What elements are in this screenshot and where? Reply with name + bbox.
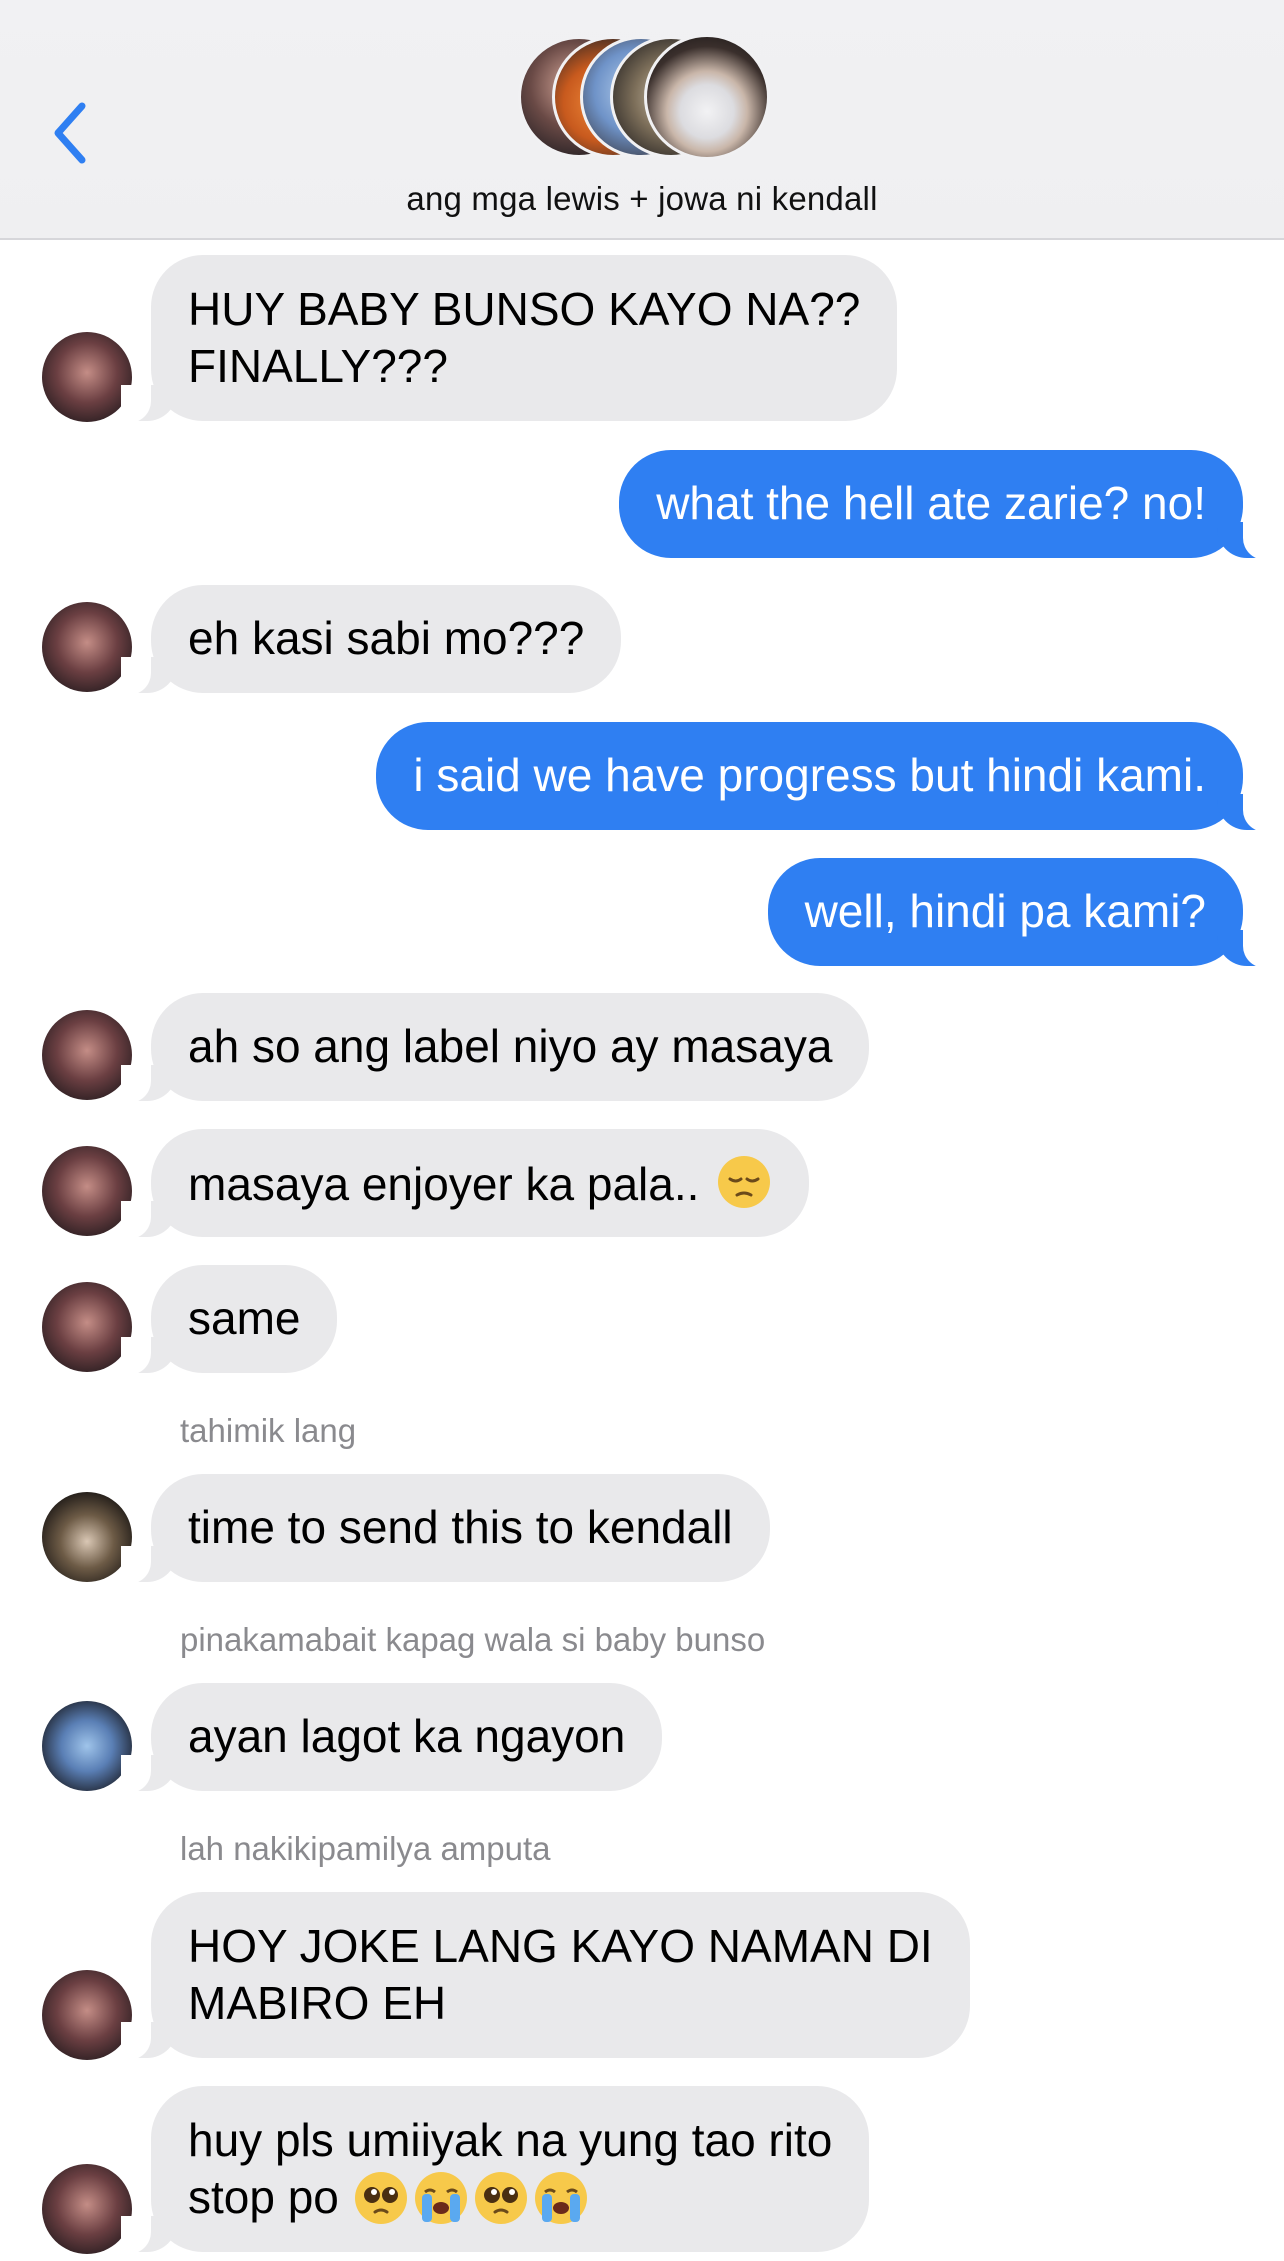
message-text: well, hindi pa kami?	[804, 885, 1206, 937]
pensive-face-emoji	[718, 1156, 771, 1208]
message-bubble-received[interactable]: eh kasi sabi mo???	[120, 585, 622, 695]
message-text: FINALLY???	[188, 340, 448, 392]
sender-name: tahimik lang	[180, 1412, 357, 1449]
message-text: i said we have progress but hindi kami.	[413, 749, 1206, 801]
message-bubble-received[interactable]: HUY BABY BUNSO KAYO NA?? FINALLY???	[120, 255, 898, 423]
sender-avatar[interactable]	[42, 1146, 132, 1236]
sender-avatar[interactable]	[42, 1010, 132, 1100]
message-bubble-received[interactable]: time to send this to kendall	[121, 1474, 770, 1584]
message-text: stop po	[188, 2171, 339, 2223]
loudly-crying-face-emoji	[534, 2171, 587, 2224]
message-text: masaya enjoyer ka pala..	[188, 1158, 700, 1210]
sender-avatar[interactable]	[42, 2164, 132, 2254]
group-avatar-stack[interactable]	[518, 34, 770, 162]
group-name[interactable]: ang mga lewis + jowa ni kendall	[0, 180, 1284, 218]
message-bubble-received[interactable]: ayan lagot ka ngayon	[120, 1683, 663, 1793]
message-bubble-received[interactable]: same	[120, 1265, 338, 1375]
message-bubble-received[interactable]: HOY JOKE LANG KAYO NAMAN DI MABIRO EH	[121, 1892, 970, 2060]
message-bubble-received[interactable]: huy pls umiiyak na yung tao rito stop po	[120, 2086, 870, 2254]
conversation-header: ang mga lewis + jowa ni kendall	[0, 0, 1284, 240]
message-text: eh kasi sabi mo???	[188, 612, 585, 664]
message-text: HUY BABY BUNSO KAYO NA??	[188, 283, 861, 335]
pleading-face-emoji	[474, 2171, 527, 2224]
message-bubble-sent[interactable]: what the hell ate zarie? no!	[619, 450, 1273, 560]
pleading-face-emoji	[354, 2171, 407, 2224]
sender-avatar[interactable]	[42, 1970, 132, 2060]
message-text: huy pls umiiyak na yung tao rito	[188, 2114, 833, 2166]
sender-avatar[interactable]	[42, 1282, 132, 1372]
message-bubble-sent[interactable]: i said we have progress but hindi kami.	[376, 722, 1273, 832]
message-text: MABIRO EH	[188, 1977, 447, 2029]
message-text: ah so ang label niyo ay masaya	[188, 1020, 833, 1072]
message-bubble-received[interactable]: ah so ang label niyo ay masaya	[120, 993, 870, 1103]
sender-avatar[interactable]	[42, 1492, 132, 1582]
sender-avatar[interactable]	[42, 602, 132, 692]
message-text: time to send this to kendall	[188, 1501, 733, 1553]
sender-avatar[interactable]	[42, 332, 132, 422]
chevron-left-icon[interactable]	[48, 98, 92, 168]
message-text: ayan lagot ka ngayon	[188, 1710, 626, 1762]
loudly-crying-face-emoji	[414, 2171, 467, 2224]
message-text: what the hell ate zarie? no!	[656, 477, 1206, 529]
sender-name: lah nakikipamilya amputa	[180, 1830, 551, 1867]
sender-name: pinakamabait kapag wala si baby bunso	[180, 1621, 766, 1658]
message-text: HOY JOKE LANG KAYO NAMAN DI	[188, 1920, 933, 1972]
message-bubble-sent[interactable]: well, hindi pa kami?	[767, 858, 1274, 968]
message-bubble-received[interactable]: masaya enjoyer ka pala..	[120, 1129, 810, 1239]
member-avatar	[644, 34, 770, 160]
sender-avatar[interactable]	[42, 1701, 132, 1791]
message-text: same	[188, 1292, 301, 1344]
